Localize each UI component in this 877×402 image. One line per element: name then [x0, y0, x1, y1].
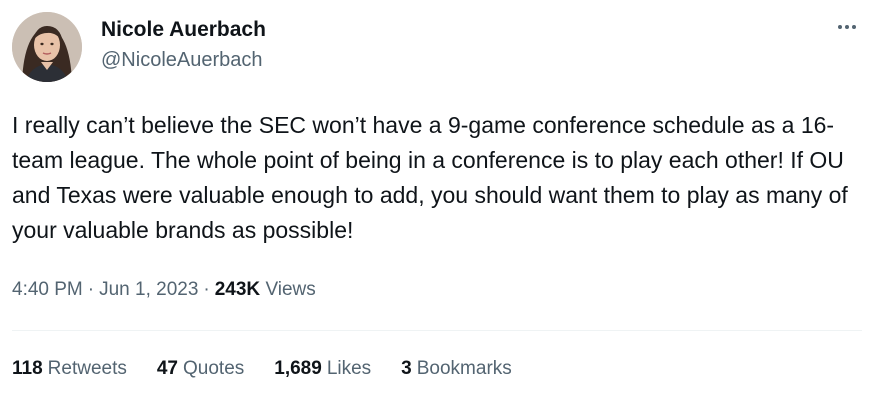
divider [12, 330, 862, 331]
bookmarks-stat[interactable]: 3 Bookmarks [401, 356, 512, 382]
tweet-text: I really can’t believe the SEC won’t hav… [12, 112, 855, 243]
author-handle[interactable]: @NicoleAuerbach [101, 47, 263, 73]
meta-separator: · [203, 279, 210, 300]
meta-separator: · [87, 279, 95, 300]
likes-label: Likes [326, 358, 372, 379]
quotes-label: Quotes [183, 358, 245, 379]
more-horizontal-icon-dot [852, 25, 856, 29]
retweets-stat[interactable]: 118 Retweets [12, 356, 127, 382]
tweet-timestamp[interactable]: 4:40 PM · Jun 1, 2023 [12, 279, 198, 300]
views-link[interactable]: 243K Views [215, 279, 316, 300]
bookmarks-label: Bookmarks [416, 358, 512, 379]
more-horizontal-icon-dot [845, 25, 849, 29]
avatar[interactable] [12, 12, 82, 82]
likes-stat[interactable]: 1,689 Likes [274, 356, 371, 382]
quotes-count: 47 [156, 358, 178, 379]
views-label: Views [265, 279, 316, 300]
bookmarks-count: 3 [401, 358, 412, 379]
tweet-meta: 4:40 PM · Jun 1, 2023 · 243K Views [12, 277, 316, 303]
tweet-time: 4:40 PM [12, 279, 83, 300]
retweets-count: 118 [12, 358, 43, 379]
views-count: 243K [214, 279, 261, 300]
avatar-photo [12, 12, 82, 82]
tweet-date: Jun 1, 2023 [99, 279, 199, 300]
tweet: Nicole Auerbach @NicoleAuerbach I really… [0, 0, 877, 402]
more-options-button[interactable] [832, 14, 862, 40]
retweets-label: Retweets [47, 358, 127, 379]
author-name[interactable]: Nicole Auerbach [101, 17, 266, 43]
quotes-stat[interactable]: 47 Quotes [157, 356, 244, 382]
more-horizontal-icon [838, 25, 842, 29]
likes-count: 1,689 [274, 358, 322, 379]
engagement-stats: 118 Retweets 47 Quotes 1,689 Likes 3 Bookmar… [12, 356, 542, 382]
